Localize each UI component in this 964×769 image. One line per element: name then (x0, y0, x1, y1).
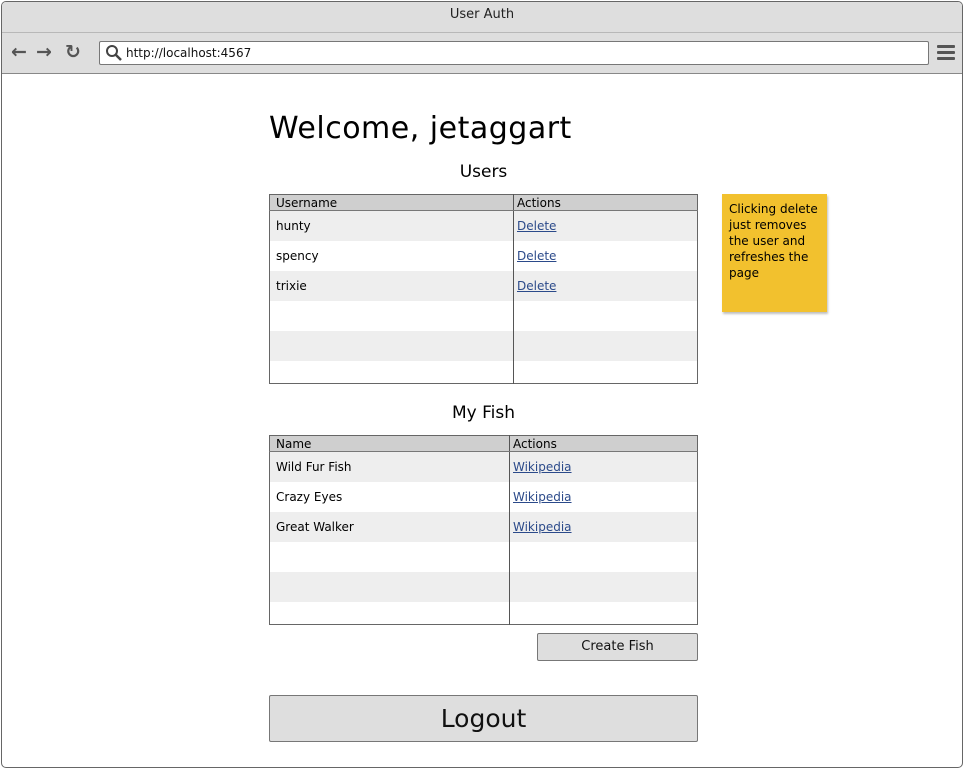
table-row-empty (269, 572, 698, 602)
column-header-name: Name (269, 435, 510, 452)
fish-name-cell: Wild Fur Fish (269, 451, 510, 482)
wikipedia-link[interactable]: Wikipedia (513, 520, 572, 534)
back-arrow-icon[interactable]: ← (9, 42, 29, 62)
username-cell: hunty (269, 210, 514, 241)
logout-button[interactable]: Logout (269, 695, 698, 742)
page-title: Welcome, jetaggart (269, 111, 572, 146)
username-cell: spency (269, 241, 514, 271)
address-url: http://localhost:4567 (126, 46, 252, 60)
table-row: spency Delete (269, 241, 698, 271)
users-section-title: Users (459, 162, 508, 182)
table-row: Great Walker Wikipedia (269, 512, 698, 542)
table-header: Username Actions (269, 194, 698, 211)
sticky-note: Clicking delete just removes the user an… (722, 194, 827, 312)
table-row-empty (269, 361, 698, 384)
users-table: Username Actions hunty Delete spency Del… (269, 194, 698, 384)
table-header: Name Actions (269, 435, 698, 452)
window-title: User Auth (2, 2, 962, 33)
fish-name-cell: Crazy Eyes (269, 482, 510, 512)
username-cell: trixie (269, 271, 514, 301)
fish-table: Name Actions Wild Fur Fish Wikipedia Cra… (269, 435, 698, 625)
table-row-empty (269, 301, 698, 331)
table-row: trixie Delete (269, 271, 698, 301)
table-row: Wild Fur Fish Wikipedia (269, 451, 698, 482)
table-row-empty (269, 542, 698, 572)
create-fish-button[interactable]: Create Fish (537, 633, 698, 661)
table-row-empty (269, 602, 698, 625)
table-row: hunty Delete (269, 210, 698, 241)
fish-section-title: My Fish (451, 403, 516, 423)
delete-user-link[interactable]: Delete (517, 249, 556, 263)
delete-user-link[interactable]: Delete (517, 279, 556, 293)
search-icon (106, 45, 122, 61)
column-header-username: Username (269, 194, 514, 211)
fish-name-cell: Great Walker (269, 512, 510, 542)
page-content: Welcome, jetaggart Users Username Action… (2, 74, 962, 767)
table-row-empty (269, 331, 698, 361)
forward-arrow-icon[interactable]: → (34, 42, 54, 62)
table-row: Crazy Eyes Wikipedia (269, 482, 698, 512)
browser-window: User Auth ← → ↻ http://localhost:4567 We… (1, 1, 963, 768)
wikipedia-link[interactable]: Wikipedia (513, 460, 572, 474)
column-header-actions: Actions (513, 194, 698, 211)
wikipedia-link[interactable]: Wikipedia (513, 490, 572, 504)
hamburger-menu-icon[interactable] (937, 45, 955, 61)
delete-user-link[interactable]: Delete (517, 219, 556, 233)
column-header-actions: Actions (509, 435, 698, 452)
browser-toolbar: ← → ↻ http://localhost:4567 (2, 33, 962, 74)
reload-icon[interactable]: ↻ (63, 42, 83, 62)
address-bar[interactable]: http://localhost:4567 (99, 41, 929, 65)
